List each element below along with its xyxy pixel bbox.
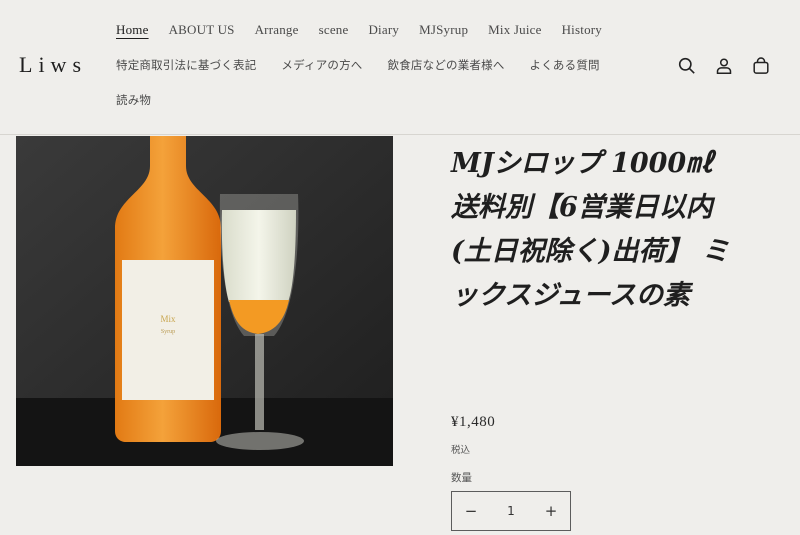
cart-icon[interactable]	[751, 56, 771, 76]
bottle-label-sub: Syrup	[161, 329, 175, 335]
product-photo-illustration: Mix Syrup	[16, 136, 393, 466]
site-logo[interactable]: Liws	[19, 52, 87, 78]
quantity-label: 数量	[451, 472, 472, 484]
main-nav-row-1: Home ABOUT US Arrange scene Diary MJSyru…	[116, 22, 622, 38]
nav-history[interactable]: History	[562, 22, 602, 38]
nav-legal-notice[interactable]: 特定商取引法に基づく表記	[116, 57, 256, 73]
quantity-stepper: − +	[451, 491, 571, 531]
quantity-input[interactable]	[491, 504, 531, 518]
search-icon[interactable]	[677, 56, 697, 76]
nav-for-media[interactable]: メディアの方へ	[281, 57, 362, 73]
nav-mix-juice[interactable]: Mix Juice	[488, 22, 541, 38]
nav-mjsyrup[interactable]: MJSyrup	[419, 22, 468, 38]
main-nav-row-2: 特定商取引法に基づく表記 メディアの方へ 飲食店などの業者様へ よくある質問	[116, 57, 625, 73]
bottle-label-brand: Mix	[160, 314, 176, 324]
nav-scene[interactable]: scene	[319, 22, 349, 38]
nav-reading[interactable]: 読み物	[116, 92, 151, 108]
tax-note: 税込	[451, 445, 471, 456]
product-title: MJシロップ 1000㎖ 送料別【6営業日以内(土日祝除く)出荷】 ミックスジュ…	[451, 148, 729, 311]
product-price: ¥1,480	[451, 414, 496, 430]
nav-for-business[interactable]: 飲食店などの業者様へ	[388, 57, 505, 73]
site-header: Liws Home ABOUT US Arrange scene Diary M…	[0, 0, 800, 135]
nav-arrange[interactable]: Arrange	[255, 22, 299, 38]
account-icon[interactable]	[714, 56, 734, 76]
nav-faq[interactable]: よくある質問	[530, 57, 600, 73]
product-image[interactable]: Mix Syrup	[16, 136, 393, 466]
nav-diary[interactable]: Diary	[368, 22, 399, 38]
increase-quantity-button[interactable]: +	[532, 492, 570, 530]
nav-about-us[interactable]: ABOUT US	[169, 22, 235, 38]
nav-home[interactable]: Home	[116, 22, 149, 38]
main-nav-row-3: 読み物	[116, 92, 171, 108]
decrease-quantity-button[interactable]: −	[452, 492, 490, 530]
